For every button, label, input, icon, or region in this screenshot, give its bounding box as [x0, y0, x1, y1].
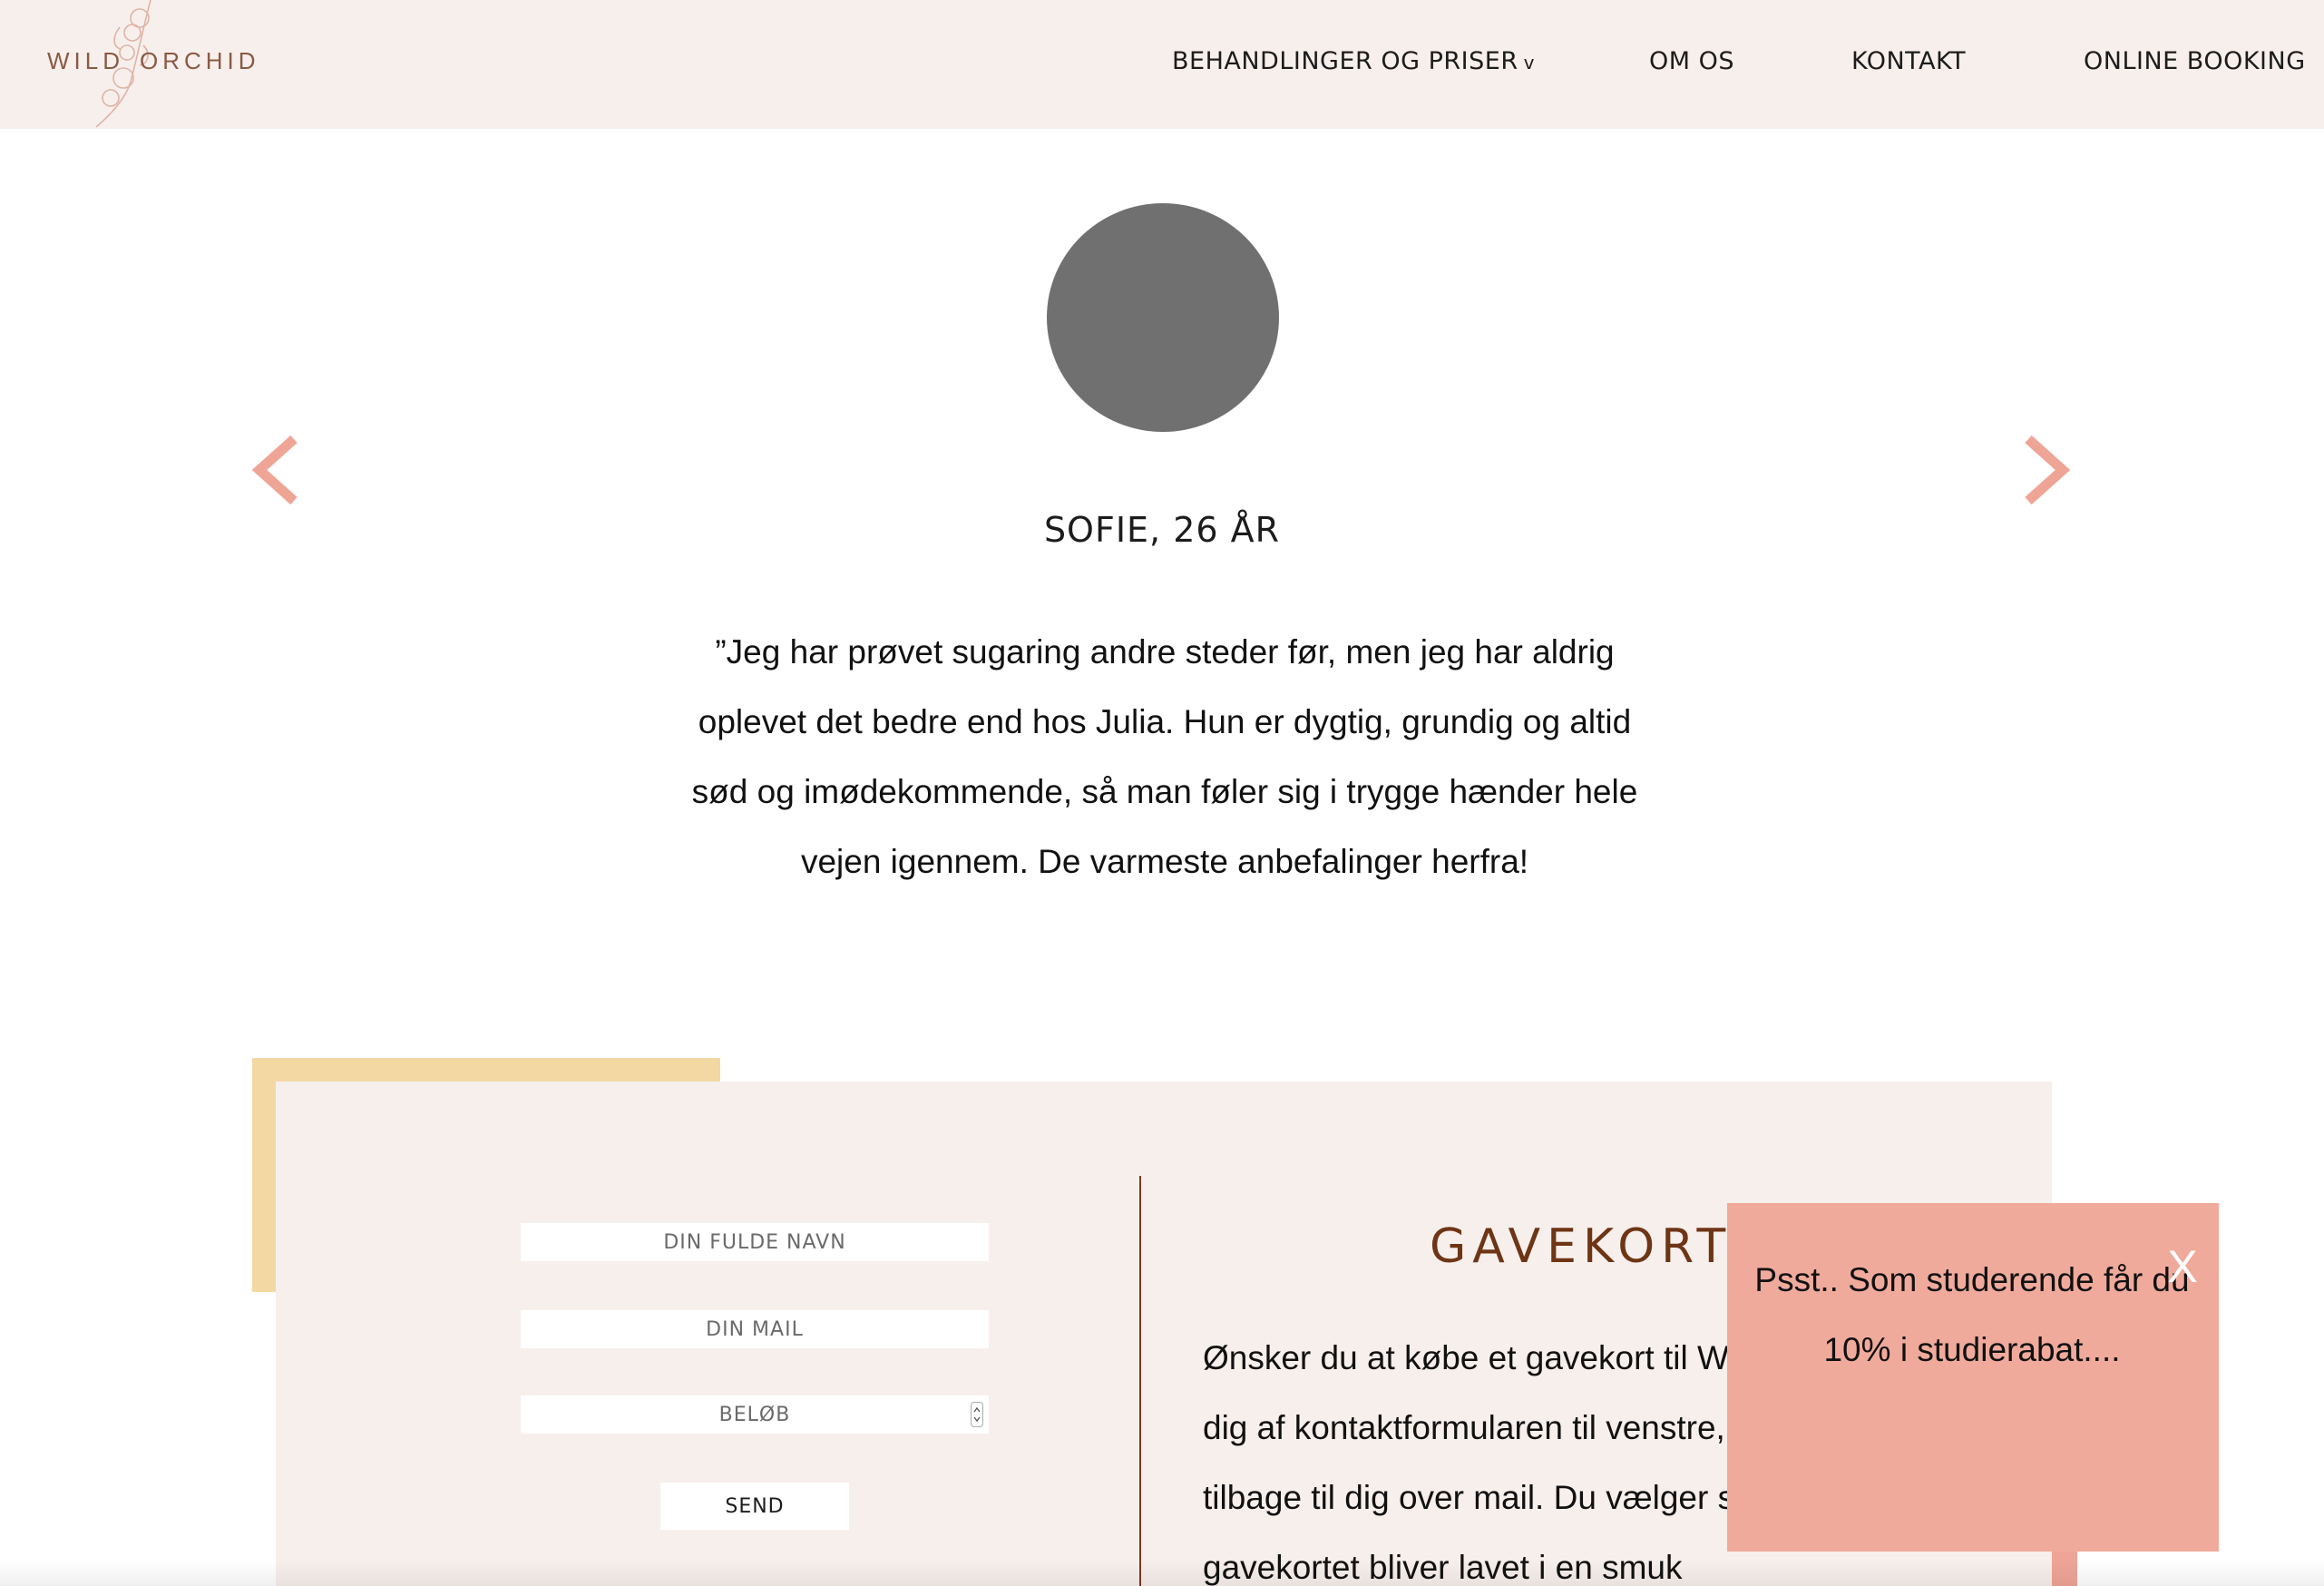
- email-field[interactable]: [521, 1310, 989, 1348]
- amount-stepper[interactable]: [971, 1402, 983, 1427]
- chevron-down-icon: v: [1523, 52, 1535, 73]
- avatar: [1047, 203, 1279, 432]
- carousel-prev-button[interactable]: [247, 434, 301, 506]
- logo[interactable]: WILD ORCHID: [36, 0, 263, 129]
- popup-message: Psst.. Som studerende får du 10% i studi…: [1754, 1261, 2190, 1368]
- close-icon[interactable]: X: [2161, 1239, 2204, 1294]
- section-divider: [1139, 1176, 1141, 1586]
- testimonial-name: SOFIE, 26 ÅR: [1043, 510, 1281, 550]
- nav-label: BEHANDLINGER OG PRISER: [1172, 47, 1518, 75]
- carousel-next-button[interactable]: [2021, 434, 2075, 506]
- logo-word-wild: WILD: [47, 47, 124, 74]
- nav-kontakt[interactable]: KONTAKT: [1851, 47, 1966, 75]
- full-name-field[interactable]: [521, 1223, 989, 1261]
- giftcard-title: GAVEKORT: [1430, 1219, 1733, 1274]
- nav-om-os[interactable]: OM OS: [1649, 47, 1734, 75]
- site-header: WILD ORCHID BEHANDLINGER OG PRISER v OM O…: [0, 0, 2324, 129]
- nav-behandlinger-og-priser[interactable]: BEHANDLINGER OG PRISER v: [1172, 47, 1535, 75]
- chevron-right-icon: [2025, 435, 2071, 505]
- student-discount-popup: Psst.. Som studerende får du 10% i studi…: [1727, 1203, 2219, 1552]
- logo-word-orchid: ORCHID: [140, 47, 260, 74]
- amount-field[interactable]: [521, 1395, 989, 1434]
- send-button[interactable]: SEND: [660, 1483, 849, 1530]
- testimonial-quote: ”Jeg har prøvet sugaring andre steder fø…: [691, 633, 1638, 880]
- stepper-arrows-icon: [973, 1406, 981, 1423]
- nav-online-booking[interactable]: ONLINE BOOKING: [2084, 47, 2306, 75]
- chevron-left-icon: [251, 435, 298, 505]
